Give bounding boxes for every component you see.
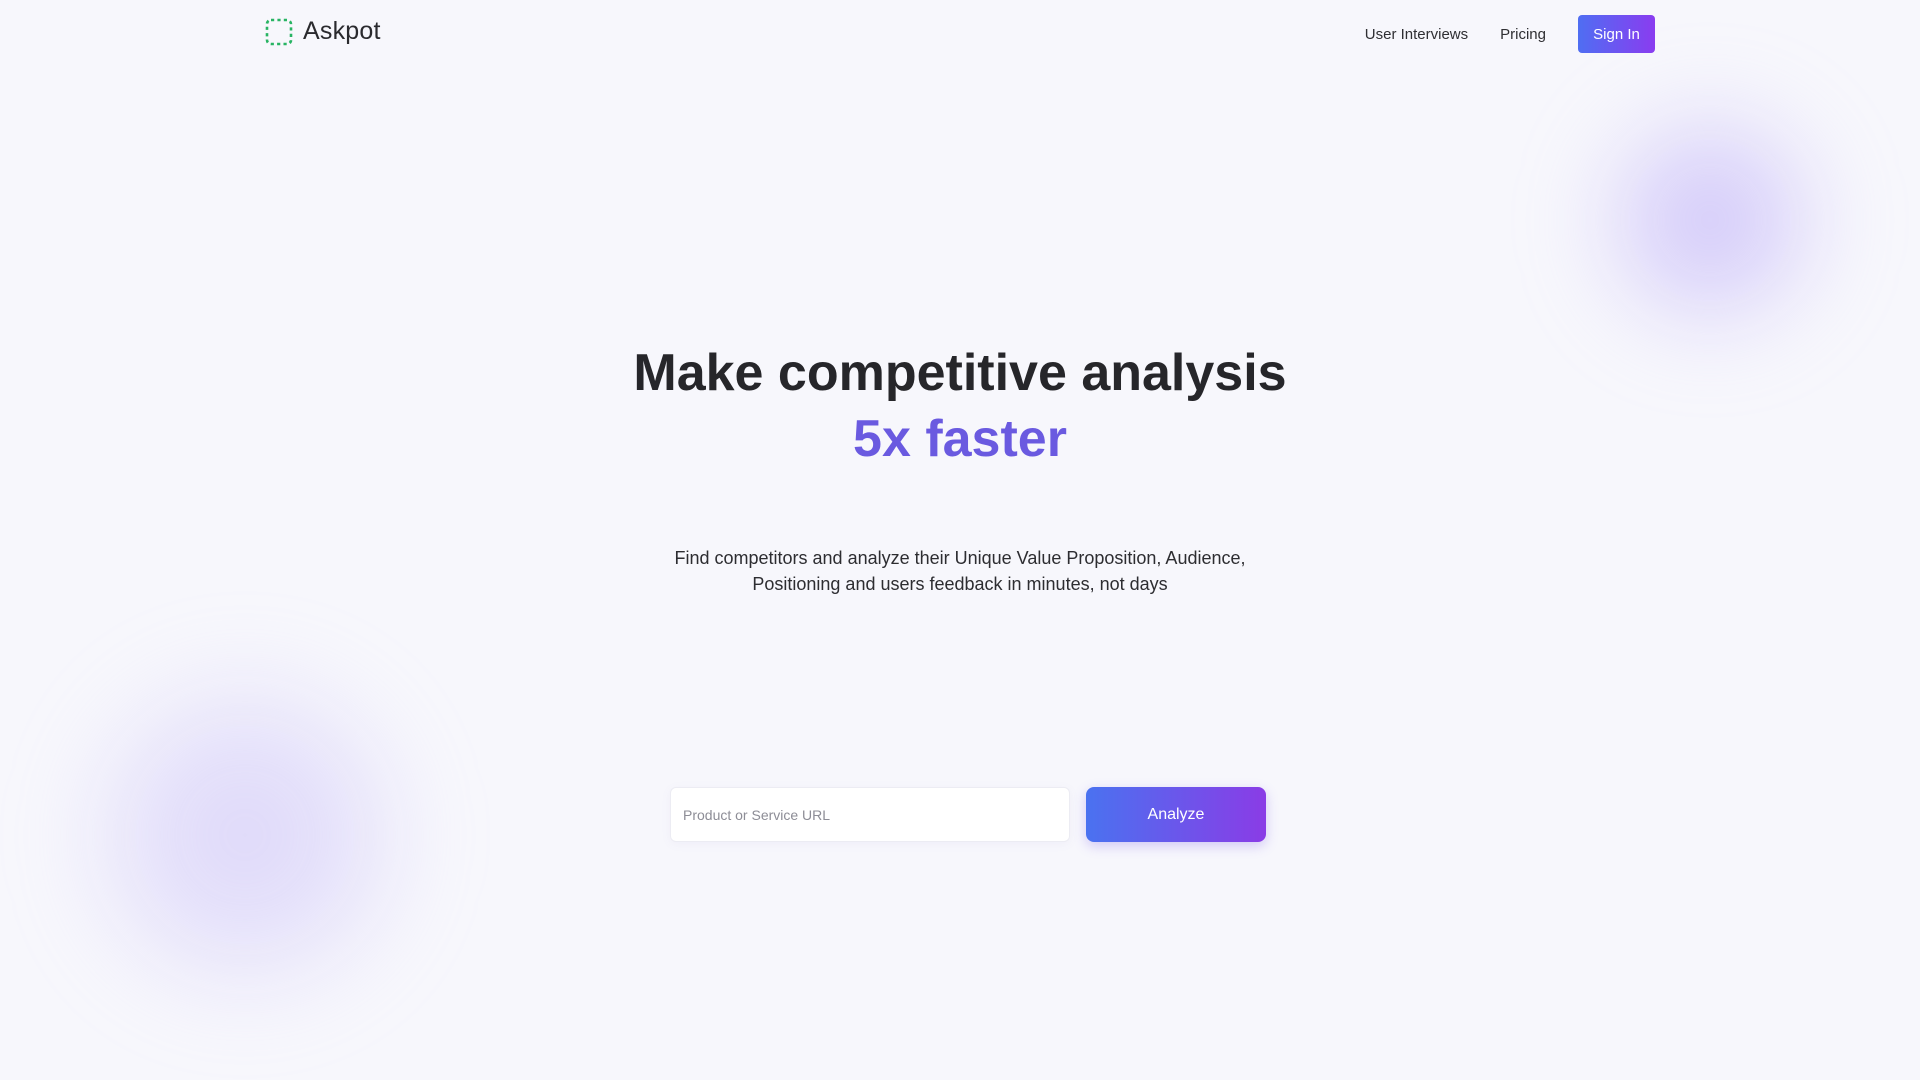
analyze-form: Analyze bbox=[670, 787, 1266, 842]
analyze-button[interactable]: Analyze bbox=[1086, 787, 1266, 842]
dashed-square-icon bbox=[265, 18, 293, 45]
nav-link-pricing[interactable]: Pricing bbox=[1500, 26, 1546, 43]
hero-section: Make competitive analysis 5x faster bbox=[0, 340, 1920, 472]
decorative-blob-top-right bbox=[1585, 95, 1835, 345]
hero-subtitle: Find competitors and analyze their Uniqu… bbox=[0, 545, 1920, 597]
hero-headline: Make competitive analysis bbox=[633, 344, 1287, 402]
site-header: Askpot User Interviews Pricing Sign In bbox=[0, 0, 1920, 68]
hero-subtitle-line-2: Positioning and users feedback in minute… bbox=[752, 574, 1168, 594]
decorative-blob-bottom-left bbox=[75, 665, 415, 1005]
hero-headline-accent: 5x faster bbox=[853, 410, 1067, 468]
brand-logo[interactable]: Askpot bbox=[265, 17, 381, 46]
hero-subtitle-line-1: Find competitors and analyze their Uniqu… bbox=[674, 548, 1246, 568]
brand-name: Askpot bbox=[303, 17, 381, 45]
main-nav: User Interviews Pricing Sign In bbox=[1365, 15, 1655, 53]
sign-in-button[interactable]: Sign In bbox=[1578, 15, 1655, 53]
url-input[interactable] bbox=[670, 787, 1070, 842]
nav-link-user-interviews[interactable]: User Interviews bbox=[1365, 26, 1468, 43]
